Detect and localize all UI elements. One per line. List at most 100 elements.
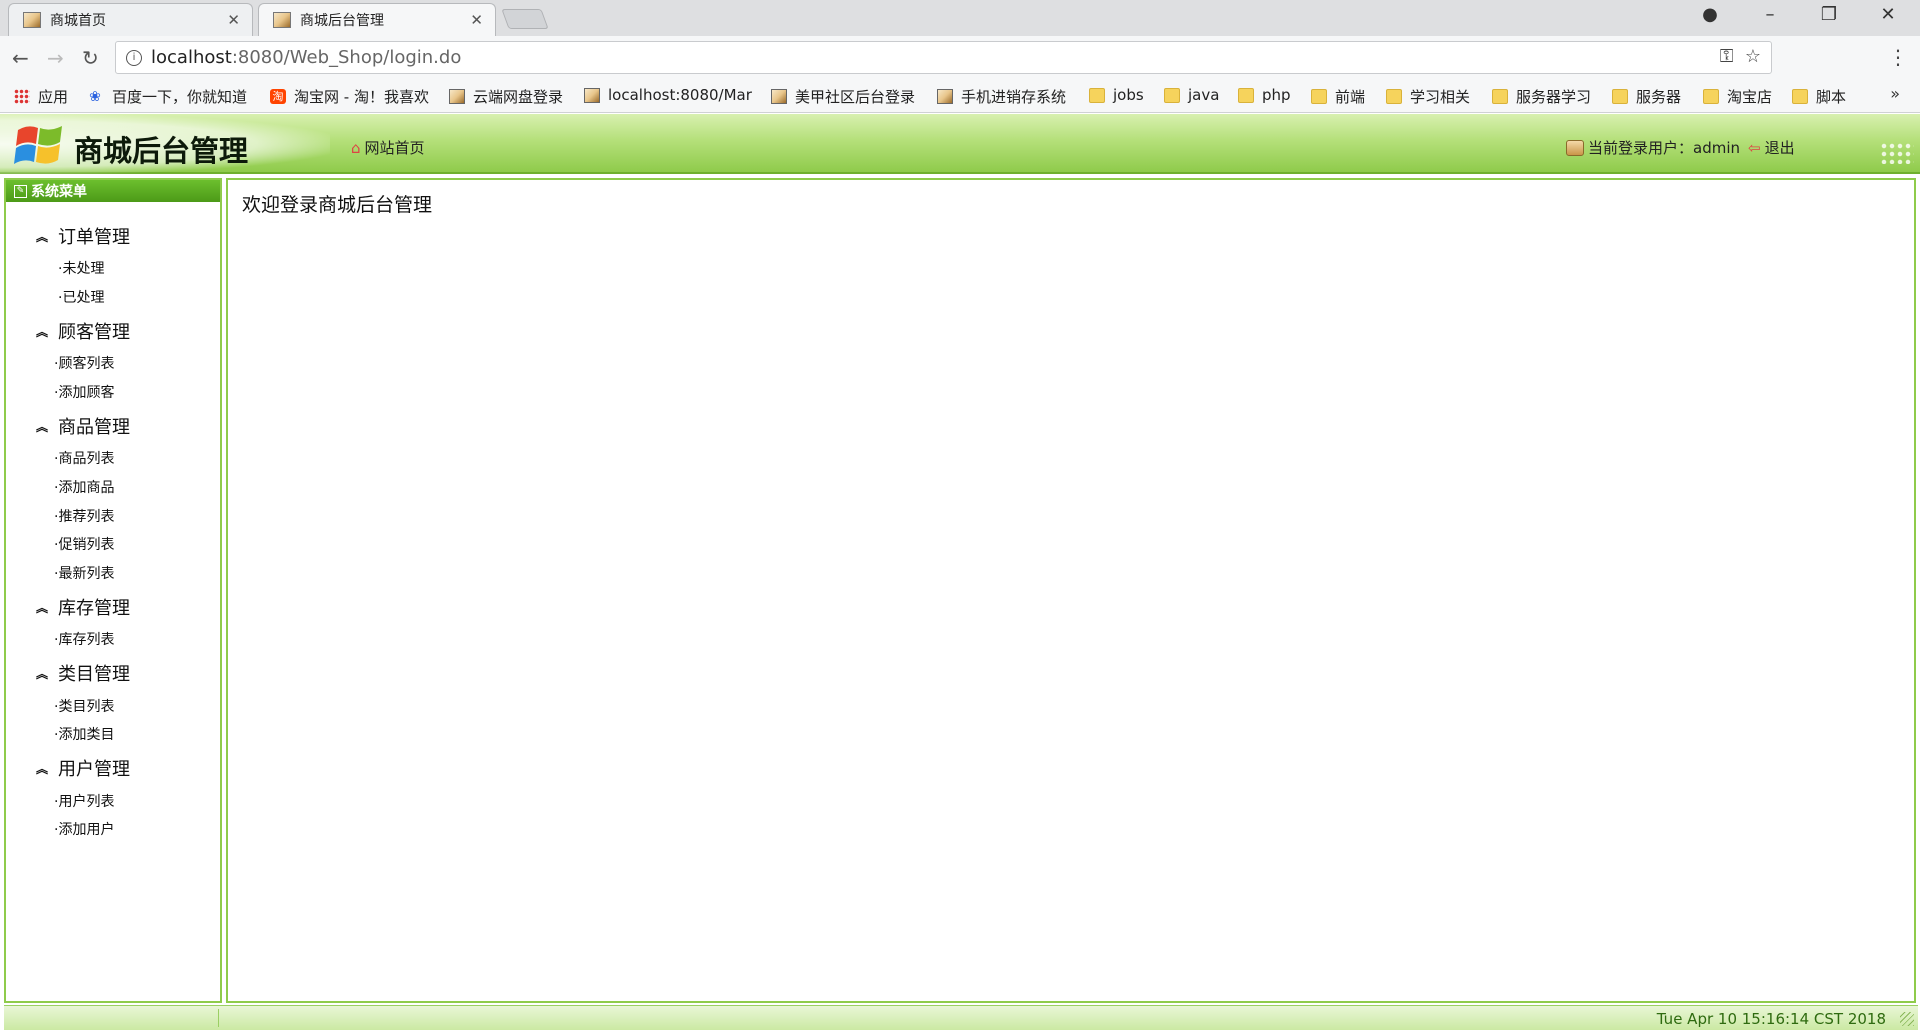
folder-icon xyxy=(1164,87,1180,103)
menu-group-orders[interactable]: ︽ 订单管理 xyxy=(36,223,130,249)
bookmark-folder-server-study[interactable]: 服务器学习 xyxy=(1492,86,1591,107)
minimize-button[interactable]: – xyxy=(1758,4,1782,25)
menu-item-add-customer[interactable]: ·添加顾客 xyxy=(54,382,114,402)
bookmark-label: 前端 xyxy=(1335,88,1366,106)
edit-icon: ✎ xyxy=(14,184,27,198)
welcome-message: 欢迎登录商城后台管理 xyxy=(242,194,433,216)
menu-item-inventory-list[interactable]: ·库存列表 xyxy=(54,629,114,649)
status-clock: Tue Apr 10 15:16:14 CST 2018 xyxy=(1656,1010,1886,1028)
menu-item-add-product[interactable]: ·添加商品 xyxy=(54,477,114,497)
menu-item-add-user[interactable]: ·添加用户 xyxy=(54,819,114,839)
menu-item-add-category[interactable]: ·添加类目 xyxy=(54,724,114,744)
back-arrow-icon[interactable]: ← xyxy=(12,46,29,70)
folder-icon xyxy=(1089,87,1105,103)
menu-item-promo-list[interactable]: ·促销列表 xyxy=(54,534,114,554)
menu-item-category-list[interactable]: ·类目列表 xyxy=(54,696,114,716)
site-home-label: 网站首页 xyxy=(364,139,425,157)
close-icon[interactable]: ✕ xyxy=(227,11,240,29)
folder-icon xyxy=(1311,89,1327,104)
bookmark-label: 脚本 xyxy=(1816,88,1847,106)
chevron-up-icon: ︽ xyxy=(36,600,49,615)
sidebar-heading-label: 系统菜单 xyxy=(31,184,87,200)
bookmark-folder-taobao-shop[interactable]: 淘宝店 xyxy=(1703,86,1772,107)
chevron-up-icon: ︽ xyxy=(36,761,49,776)
restore-button[interactable]: ❐ xyxy=(1817,4,1841,25)
site-info-icon[interactable]: i xyxy=(126,49,142,66)
tab-label: 商城首页 xyxy=(50,13,106,29)
browser-menu-icon[interactable]: ⋮ xyxy=(1888,45,1908,69)
bookmark-baidu[interactable]: ❀ 百度一下，你就知道 xyxy=(86,86,247,107)
resize-grip-icon[interactable] xyxy=(1900,1012,1914,1026)
menu-item-user-list[interactable]: ·用户列表 xyxy=(54,791,114,811)
page-icon xyxy=(771,89,787,104)
bookmark-taobao[interactable]: 淘淘宝网 - 淘！我喜欢 xyxy=(270,86,429,107)
menu-group-label: 库存管理 xyxy=(58,598,131,619)
menu-group-users[interactable]: ︽ 用户管理 xyxy=(36,755,130,781)
page-favicon-icon xyxy=(23,12,41,28)
current-user-info: 当前登录用户： admin ⇦ 退出 xyxy=(1566,137,1795,158)
menu-group-label: 订单管理 xyxy=(58,227,131,248)
browser-tabstrip: 商城首页 ✕ 商城后台管理 ✕ ● – ❐ ✕ xyxy=(0,0,1920,36)
bookmark-folder-java[interactable]: java xyxy=(1164,86,1219,104)
current-username: admin xyxy=(1693,138,1741,157)
star-icon[interactable]: ☆ xyxy=(1745,46,1761,67)
menu-item-product-list[interactable]: ·商品列表 xyxy=(54,448,114,468)
reload-icon[interactable]: ↻ xyxy=(82,46,99,70)
bookmarks-bar: 应用 ❀ 百度一下，你就知道 淘淘宝网 - 淘！我喜欢 云端网盘登录 localh… xyxy=(0,80,1920,113)
bookmark-label: 学习相关 xyxy=(1410,88,1471,106)
chevron-up-icon: ︽ xyxy=(36,419,49,434)
bookmark-label: jobs xyxy=(1113,86,1144,104)
bookmark-folder-study[interactable]: 学习相关 xyxy=(1386,86,1470,107)
bookmark-folder-php[interactable]: php xyxy=(1238,86,1291,104)
bookmark-folder-server[interactable]: 服务器 xyxy=(1612,86,1681,107)
bookmark-apps[interactable]: 应用 xyxy=(14,86,68,107)
tab-shop-home[interactable]: 商城首页 ✕ xyxy=(8,3,253,36)
menu-group-customers[interactable]: ︽ 顾客管理 xyxy=(36,318,130,344)
folder-icon xyxy=(1238,87,1254,103)
page-icon xyxy=(584,87,600,103)
menu-group-label: 类目管理 xyxy=(58,664,131,685)
bookmark-folder-frontend[interactable]: 前端 xyxy=(1311,86,1365,107)
new-tab-button[interactable] xyxy=(501,9,549,29)
bookmark-label: localhost:8080/Mar xyxy=(608,86,752,104)
menu-item-customer-list[interactable]: ·顾客列表 xyxy=(54,353,114,373)
bookmark-nail-admin[interactable]: 美甲社区后台登录 xyxy=(771,86,915,107)
menu-item-newest-list[interactable]: ·最新列表 xyxy=(54,563,114,583)
window-close-button[interactable]: ✕ xyxy=(1876,4,1900,25)
bookmark-cloud-disk[interactable]: 云端网盘登录 xyxy=(449,86,563,107)
current-user-label: 当前登录用户： xyxy=(1588,139,1694,157)
url-host: localhost xyxy=(151,47,232,68)
close-icon[interactable]: ✕ xyxy=(470,11,483,29)
app-title: 商城后台管理 xyxy=(74,134,249,168)
menu-group-inventory[interactable]: ︽ 库存管理 xyxy=(36,594,130,620)
logout-link[interactable]: 退出 xyxy=(1765,137,1795,158)
folder-icon xyxy=(1386,89,1402,104)
more-bookmarks-icon[interactable]: » xyxy=(1890,84,1900,103)
menu-group-categories[interactable]: ︽ 类目管理 xyxy=(36,660,130,686)
menu-item-processed[interactable]: ·已处理 xyxy=(58,287,104,307)
profile-icon[interactable]: ● xyxy=(1698,4,1722,25)
bookmark-localhost[interactable]: localhost:8080/Mar xyxy=(584,86,752,104)
tab-admin[interactable]: 商城后台管理 ✕ xyxy=(258,3,496,36)
menu-group-products[interactable]: ︽ 商品管理 xyxy=(36,413,130,439)
menu-item-recommend-list[interactable]: ·推荐列表 xyxy=(54,506,114,526)
menu-group-label: 用户管理 xyxy=(58,759,131,780)
logout-icon[interactable]: ⇦ xyxy=(1748,139,1761,157)
folder-icon xyxy=(1792,89,1808,104)
bookmark-inventory[interactable]: 手机进销存系统 xyxy=(937,86,1066,107)
forward-arrow-icon[interactable]: → xyxy=(47,46,64,70)
bookmark-label: 应用 xyxy=(38,88,69,106)
site-home-link[interactable]: ⌂ 网站首页 xyxy=(351,137,425,158)
taobao-icon: 淘 xyxy=(270,89,286,104)
chevron-up-icon: ︽ xyxy=(36,324,49,339)
key-icon[interactable]: ⚿ xyxy=(1720,46,1734,67)
apps-grid-icon xyxy=(14,89,30,104)
bookmark-folder-jobs[interactable]: jobs xyxy=(1089,86,1144,104)
address-bar[interactable]: i localhost :8080/Web_Shop/login.do ⚿ ☆ xyxy=(115,41,1772,74)
baidu-paw-icon: ❀ xyxy=(89,89,101,105)
bookmark-folder-scripts[interactable]: 脚本 xyxy=(1792,86,1846,107)
menu-item-unprocessed[interactable]: ·未处理 xyxy=(58,258,104,278)
app-header: 商城后台管理 ⌂ 网站首页 当前登录用户： admin ⇦ 退出 xyxy=(0,114,1920,174)
menu-group-label: 商品管理 xyxy=(58,417,131,438)
bookmark-label: 淘宝网 - 淘！我喜欢 xyxy=(294,88,429,106)
